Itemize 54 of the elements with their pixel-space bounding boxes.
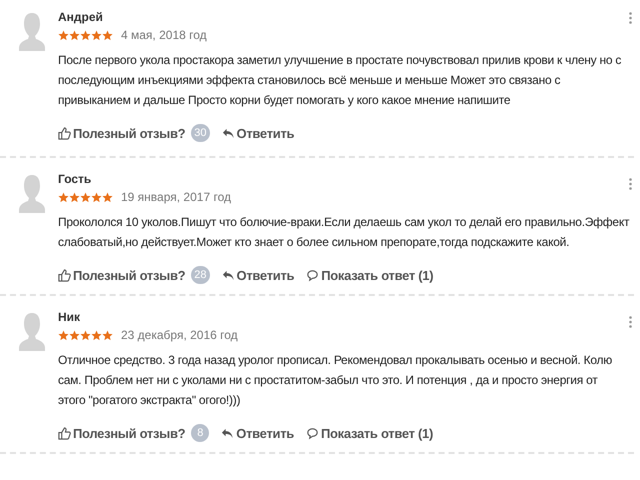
helpful-count: 8 — [191, 424, 210, 442]
star-icon — [58, 330, 69, 340]
review-text: этого "рогатого экстракта" огого!))) — [58, 392, 240, 409]
review-text: привыканием и дальше Просто корни будет помогать у кого какое мнение напишите — [58, 92, 510, 109]
review-text: Отличное средство. 3 года назад уролог прописал. Рекомендовал прокалывать осенью и весной. Колю — [58, 352, 612, 369]
author-name: Гость — [58, 172, 92, 188]
review-text: сам. Проблем нет ни с уколами ни с простатитом-забыл что это. И потенция , да и просто энергия от — [58, 372, 598, 389]
comment-icon — [306, 426, 319, 440]
reply-icon — [222, 268, 235, 282]
review-text: После первого укола простакора заметил улучшение в простате почувствовал прилив крови к члену но с — [58, 52, 622, 69]
reply-icon — [222, 126, 235, 140]
reply-button[interactable]: Ответить — [221, 426, 294, 440]
star-icon — [91, 192, 102, 202]
helpful-button[interactable]: Полезный отзыв? — [58, 268, 186, 282]
more-icon[interactable] — [629, 316, 632, 328]
star-icon — [102, 330, 113, 340]
star-icon — [80, 330, 91, 340]
review-text: слабоватый,но действует.Может кто знает о более сильном препорате,тогда подскажите какой. — [58, 234, 570, 251]
thumbs-up-icon — [58, 126, 71, 140]
more-icon[interactable] — [629, 178, 632, 190]
reply-icon — [221, 426, 234, 440]
show-replies-button[interactable]: Показать ответ (1) — [306, 268, 434, 282]
avatar-icon — [18, 312, 46, 352]
helpful-button[interactable]: Полезный отзыв? — [58, 126, 186, 140]
star-icon — [80, 192, 91, 202]
show-replies-button[interactable]: Показать ответ (1) — [306, 426, 433, 440]
star-icon — [69, 192, 80, 202]
review-date: 19 января, 2017 год — [121, 190, 231, 204]
helpful-count: 30 — [191, 124, 210, 142]
review-date: 23 декабря, 2016 год — [121, 328, 238, 342]
star-icon — [91, 30, 102, 40]
review-date: 4 мая, 2018 год — [121, 28, 207, 42]
star-icon — [69, 330, 80, 340]
reply-button[interactable]: Ответить — [222, 126, 294, 140]
avatar-icon — [18, 12, 46, 52]
thumbs-up-icon — [58, 268, 71, 282]
thumbs-up-icon — [58, 426, 71, 440]
star-icon — [58, 30, 69, 40]
comment-icon — [306, 268, 320, 282]
more-icon[interactable] — [629, 12, 632, 24]
author-name: Андрей — [58, 10, 103, 26]
reply-button[interactable]: Ответить — [222, 268, 294, 282]
star-icon — [69, 30, 80, 40]
star-icon — [102, 192, 113, 202]
author-name: Ник — [58, 310, 80, 326]
star-icon — [58, 192, 69, 202]
avatar-icon — [18, 174, 46, 214]
helpful-button[interactable]: Полезный отзыв? — [58, 426, 186, 440]
star-icon — [80, 30, 91, 40]
helpful-count: 28 — [191, 266, 210, 284]
star-icon — [91, 330, 102, 340]
review-text: Прокололся 10 уколов.Пишут что болючие-враки.Если делаешь сам укол то делай его правильно.Эффект — [58, 214, 630, 231]
star-icon — [102, 30, 113, 40]
review-text: последующим инъекциями эффекта становилось всё меньше и меньше Может это связано с — [58, 72, 560, 89]
